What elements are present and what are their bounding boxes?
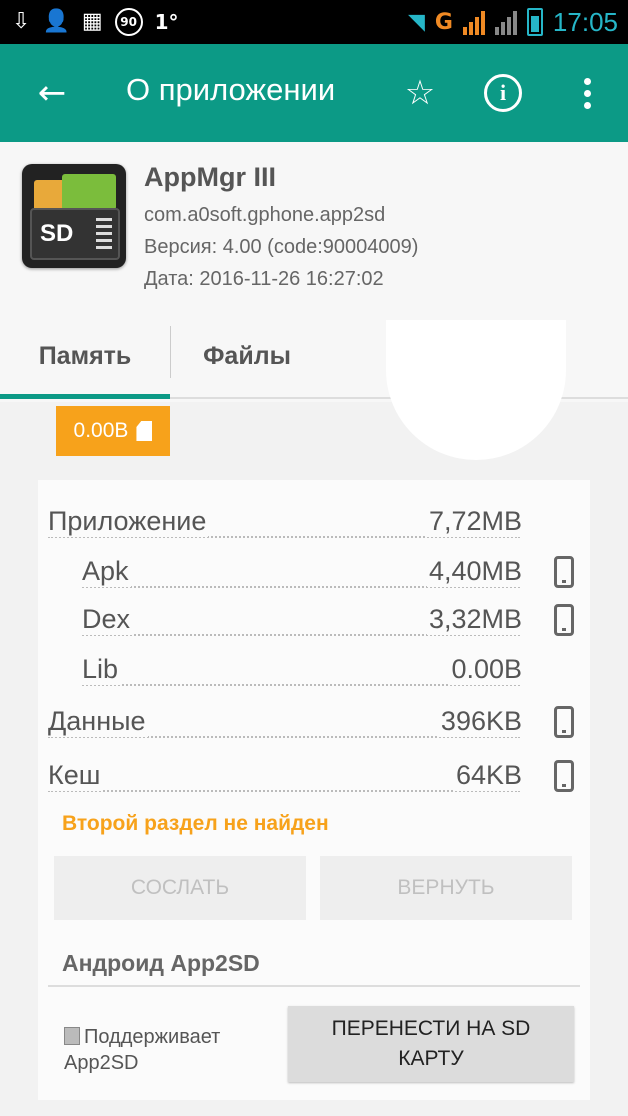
download-icon: ⇩	[12, 9, 31, 34]
memory-row: Lib 0.00B	[38, 648, 590, 694]
storage-badge-value: 0.00B	[73, 419, 129, 442]
memory-row-label: Dex	[82, 604, 133, 635]
tab-memory[interactable]: Память	[0, 320, 170, 392]
app-name: AppMgr III	[144, 162, 276, 192]
storage-badge: 0.00B	[56, 406, 170, 456]
status-bar: ⇩ 👤 ▦ 90 1° ◥ G 17:05	[0, 0, 628, 44]
signal-icon	[462, 9, 485, 35]
signal-2-icon	[494, 9, 517, 35]
app-info-header: SD AppMgr III com.a0soft.gphone.app2sd В…	[0, 142, 628, 320]
memory-row: Данные 396KB	[38, 700, 590, 746]
info-icon[interactable]: i	[484, 74, 522, 112]
warning-text: Второй раздел не найден	[62, 812, 329, 835]
app-icon-text: SD	[40, 220, 74, 247]
memory-row: Apk 4,40MB	[38, 550, 590, 596]
person-icon: 👤	[42, 9, 70, 34]
app-icon: SD	[22, 164, 126, 268]
app-date: Дата: 2016-11-26 16:27:02	[144, 268, 384, 290]
star-icon[interactable]: ☆	[398, 70, 442, 116]
memory-row-value: 7,72MB	[426, 506, 522, 537]
phone-icon	[554, 706, 574, 738]
tab-indicator	[0, 394, 170, 399]
memory-row-label: Данные	[48, 706, 148, 737]
battery-icon	[526, 8, 543, 36]
leader-dots	[48, 790, 520, 792]
memory-row-label: Приложение	[48, 506, 209, 537]
memory-row-label: Lib	[82, 654, 121, 685]
app-bar: ← О приложении ☆ i	[0, 44, 628, 142]
phone-icon	[554, 604, 574, 636]
badge-90-icon: 90	[114, 8, 143, 36]
app2sd-support: Поддерживает App2SD	[64, 1024, 274, 1076]
wifi-icon: ◥	[407, 9, 425, 35]
memory-row-value: 0.00B	[449, 654, 522, 685]
temperature-label: 1°	[154, 10, 179, 34]
sd-card-icon	[136, 421, 153, 441]
storage-chart	[386, 320, 566, 460]
memory-row-value: 4,40MB	[426, 556, 522, 587]
tab-files[interactable]: Файлы	[172, 320, 322, 392]
network-type-label: G	[434, 9, 453, 35]
page-title: О приложении	[126, 72, 336, 107]
phone-icon	[554, 760, 574, 792]
app-package: com.a0soft.gphone.app2sd	[144, 204, 386, 226]
phone-icon	[554, 556, 574, 588]
image-icon: ▦	[81, 9, 103, 34]
memory-row-label: Кеш	[48, 760, 103, 791]
sd-chip-icon	[64, 1027, 80, 1045]
memory-card: Приложение 7,72MB Apk 4,40MB Dex 3,32MB Lib 0.0…	[38, 480, 590, 1100]
memory-row: Кеш 64KB	[38, 754, 590, 800]
move-to-sd-button[interactable]: ПЕРЕНЕСТИ НА SD КАРТУ	[288, 1006, 574, 1082]
app2sd-heading: Андроид App2SD	[62, 950, 260, 976]
memory-row-label: Apk	[82, 556, 131, 587]
memory-row-value: 396KB	[438, 706, 522, 737]
memory-row: Приложение 7,72MB	[38, 500, 590, 546]
back-arrow-icon[interactable]: ←	[30, 68, 74, 118]
clock: 17:05	[552, 6, 618, 37]
memory-row: Dex 3,32MB	[38, 598, 590, 644]
more-vert-icon[interactable]	[572, 70, 602, 116]
send-button[interactable]: СОСЛАТЬ	[54, 856, 306, 920]
memory-row-value: 3,32MB	[426, 604, 522, 635]
app-version: Версия: 4.00 (code:90004009)	[144, 236, 419, 258]
memory-row-value: 64KB	[453, 760, 522, 791]
return-button[interactable]: ВЕРНУТЬ	[320, 856, 572, 920]
app2sd-support-text: Поддерживает App2SD	[64, 1026, 221, 1074]
